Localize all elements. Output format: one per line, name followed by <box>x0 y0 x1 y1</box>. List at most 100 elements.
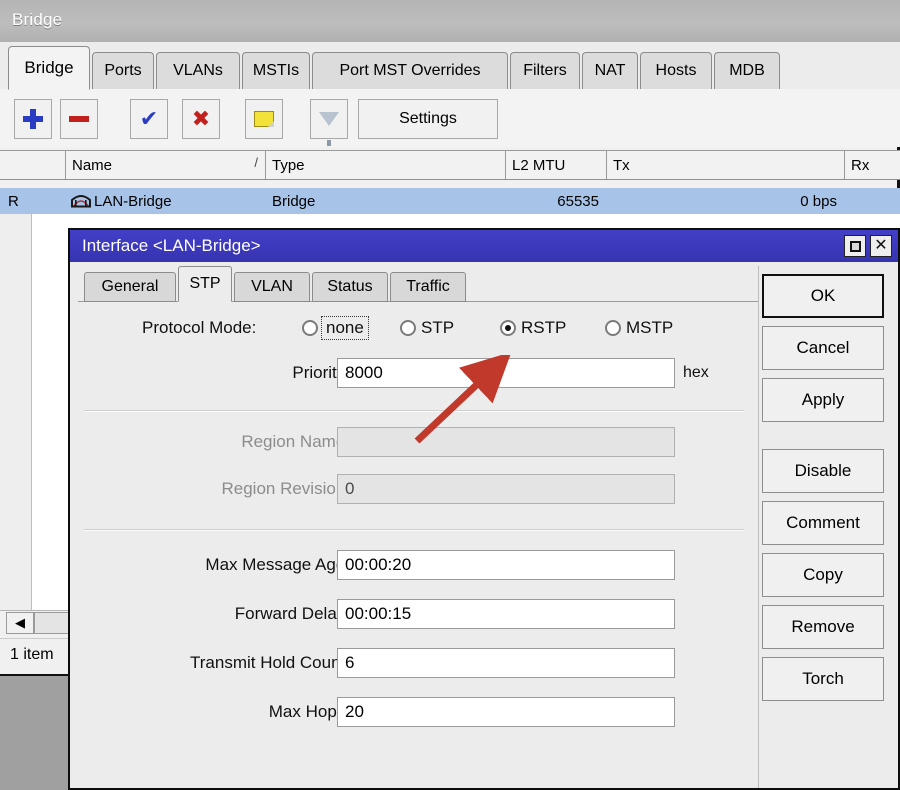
settings-button[interactable]: Settings <box>358 99 498 139</box>
column-header-l2mtu[interactable]: L2 MTU <box>506 151 607 179</box>
disable-button-dialog[interactable]: Disable <box>762 449 884 493</box>
window-tab-port-mst-overrides[interactable]: Port MST Overrides <box>312 52 508 90</box>
row-rx <box>845 188 900 214</box>
window-tab-label: Port MST Overrides <box>339 62 481 79</box>
dialog-button-column: OK Cancel Apply Disable Comment Copy Rem… <box>750 266 898 788</box>
priority-input[interactable]: 8000 <box>337 358 675 388</box>
dialog-tab-label: General <box>101 278 159 295</box>
enable-button[interactable]: ✔ <box>130 99 168 139</box>
field-row-region-revision: Region Revision: 0 <box>70 472 754 506</box>
radio-dot-stp <box>400 320 416 336</box>
table-row[interactable]: R LAN-Bridge Bridge 65535 0 bps <box>0 188 900 214</box>
dialog-tab-label: Status <box>327 278 373 295</box>
column-header-type[interactable]: Type <box>266 151 506 179</box>
window-tab-label: Hosts <box>655 62 697 79</box>
column-header-rx[interactable]: Rx <box>845 151 900 179</box>
close-icon[interactable]: ✕ <box>870 235 892 257</box>
radio-protocol-mstp[interactable]: MSTP <box>605 312 673 344</box>
divider-1 <box>84 410 744 412</box>
row-name-text: LAN-Bridge <box>94 192 172 210</box>
plus-icon <box>23 109 43 129</box>
dialog-tab-general[interactable]: General <box>84 272 176 302</box>
cancel-button[interactable]: Cancel <box>762 326 884 370</box>
window-tab-bridge[interactable]: Bridge <box>8 46 90 90</box>
disable-button[interactable]: ✖ <box>182 99 220 139</box>
minus-icon <box>69 116 89 122</box>
dialog-tabs: General STP VLAN Status Traffic <box>78 266 758 302</box>
row-tx: 0 bps <box>800 192 837 210</box>
forward-delay-input[interactable]: 00:00:15 <box>337 599 675 629</box>
add-button[interactable] <box>14 99 52 139</box>
forward-delay-label: Forward Delay: <box>234 604 350 623</box>
window-tab-hosts[interactable]: Hosts <box>640 52 712 90</box>
window-tab-label: Ports <box>104 62 142 79</box>
window-tab-mstis[interactable]: MSTIs <box>242 52 310 90</box>
ok-button[interactable]: OK <box>762 274 884 318</box>
torch-button[interactable]: Torch <box>762 657 884 701</box>
window-tab-nat[interactable]: NAT <box>582 52 638 90</box>
row-type: Bridge <box>272 192 316 210</box>
dialog-tab-stp[interactable]: STP <box>178 266 232 302</box>
column-header-flags[interactable] <box>0 151 66 179</box>
dialog-tab-vlan[interactable]: VLAN <box>234 272 310 302</box>
check-icon: ✔ <box>139 106 159 131</box>
field-row-transmit-hold-count: Transmit Hold Count: 6 <box>70 646 754 680</box>
field-row-max-hops: Max Hops: 20 <box>70 695 754 729</box>
radio-label-stp: STP <box>421 318 455 337</box>
scrollbar-thumb[interactable] <box>34 612 70 634</box>
copy-button[interactable]: Copy <box>762 553 884 597</box>
cross-icon: ✖ <box>191 106 211 131</box>
dialog-titlebar[interactable]: Interface <LAN-Bridge> <box>70 230 898 262</box>
field-row-forward-delay: Forward Delay: 00:00:15 <box>70 597 754 631</box>
radio-protocol-none[interactable]: none <box>302 312 369 344</box>
bridge-icon <box>70 193 92 209</box>
window-tabstrip: Bridge Ports VLANs MSTIs Port MST Overrides F… <box>0 42 900 90</box>
column-header-tx[interactable]: Tx <box>607 151 845 179</box>
transmit-hold-count-input[interactable]: 6 <box>337 648 675 678</box>
dialog-tab-traffic[interactable]: Traffic <box>390 272 466 302</box>
row-l2mtu: 65535 <box>557 192 599 210</box>
remove-button[interactable] <box>60 99 98 139</box>
window-tab-mdb[interactable]: MDB <box>714 52 780 90</box>
region-name-label: Region Name: <box>241 432 350 451</box>
window-tab-label: Bridge <box>24 58 74 77</box>
priority-suffix: hex <box>683 364 709 381</box>
window-tab-label: Filters <box>523 62 567 79</box>
comment-button-dialog[interactable]: Comment <box>762 501 884 545</box>
column-header-name[interactable]: Name / <box>66 151 266 179</box>
dialog-tab-status[interactable]: Status <box>312 272 388 302</box>
window-title: Bridge <box>12 10 63 29</box>
status-item-count: 1 item <box>10 646 54 663</box>
max-hops-input[interactable]: 20 <box>337 697 675 727</box>
radio-protocol-stp[interactable]: STP <box>400 312 454 344</box>
max-message-age-input[interactable]: 00:00:20 <box>337 550 675 580</box>
sort-indicator: / <box>254 155 258 170</box>
radio-dot-rstp <box>500 320 516 336</box>
table-gutter <box>0 214 32 610</box>
region-revision-input[interactable]: 0 <box>337 474 675 504</box>
region-revision-label: Region Revision: <box>221 479 350 498</box>
window-tab-ports[interactable]: Ports <box>92 52 154 90</box>
radio-dot-none <box>302 320 318 336</box>
window-titlebar: Bridge <box>0 0 900 42</box>
radio-protocol-rstp[interactable]: RSTP <box>500 312 566 344</box>
row-flags: R <box>8 192 19 210</box>
field-row-max-message-age: Max Message Age: 00:00:20 <box>70 548 754 582</box>
interface-dialog: Interface <LAN-Bridge> ✕ General STP VLAN S… <box>68 228 900 790</box>
region-name-input[interactable] <box>337 427 675 457</box>
divider-2 <box>84 529 744 531</box>
window-tab-filters[interactable]: Filters <box>510 52 580 90</box>
comment-button[interactable] <box>245 99 283 139</box>
apply-button[interactable]: Apply <box>762 378 884 422</box>
row-name-cell: LAN-Bridge <box>70 188 262 214</box>
radio-label-rstp: RSTP <box>521 318 567 337</box>
filter-button[interactable] <box>310 99 348 146</box>
scroll-left-arrow-icon[interactable]: ◀ <box>6 612 34 634</box>
window-tab-vlans[interactable]: VLANs <box>156 52 240 90</box>
remove-button-dialog[interactable]: Remove <box>762 605 884 649</box>
field-row-priority: Priority: 8000 hex <box>70 356 754 390</box>
dialog-tab-label: VLAN <box>251 278 293 295</box>
radio-label-none: none <box>321 316 369 340</box>
restore-icon[interactable] <box>844 235 866 257</box>
window-tab-label: NAT <box>594 62 626 79</box>
